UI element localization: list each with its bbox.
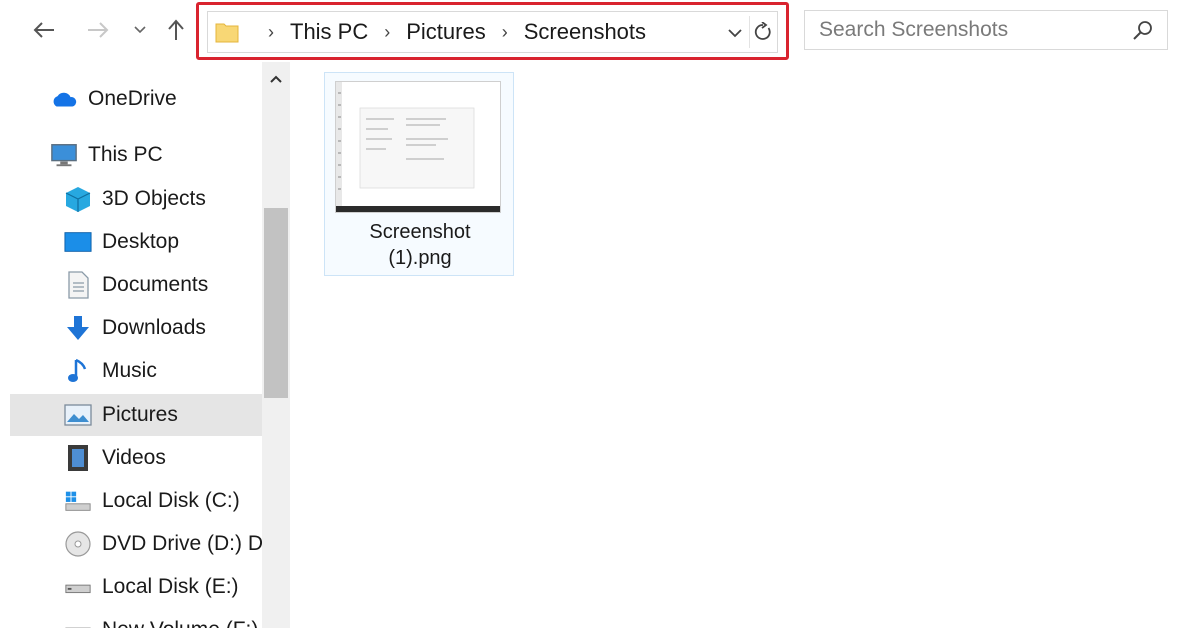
computer-icon — [50, 141, 78, 169]
pictures-icon — [64, 401, 92, 429]
breadcrumb-separator-icon: › — [384, 21, 391, 42]
download-arrow-icon — [64, 314, 92, 342]
dvd-icon — [64, 530, 92, 558]
navigation-pane: OneDrive This PC 3D Objects Desktop Docu… — [0, 62, 292, 628]
address-history-dropdown[interactable] — [723, 20, 747, 46]
folder-icon — [214, 19, 240, 45]
file-list: Screenshot (1).png — [292, 62, 1196, 628]
back-arrow-icon — [33, 22, 54, 38]
image-thumbnail — [335, 81, 501, 213]
refresh-icon — [754, 22, 771, 40]
up-button[interactable] — [160, 14, 192, 46]
drive-icon — [64, 573, 92, 601]
search-icon[interactable] — [1131, 19, 1155, 43]
recent-locations-button[interactable] — [124, 14, 156, 46]
back-button[interactable] — [28, 14, 60, 46]
film-icon — [64, 444, 92, 472]
search-box[interactable] — [804, 10, 1168, 50]
cube-icon — [64, 185, 92, 213]
breadcrumb-pictures[interactable]: Pictures — [404, 19, 487, 45]
scrollbar-thumb[interactable] — [264, 208, 288, 398]
scroll-up-button[interactable] — [262, 62, 290, 96]
address-bar-highlight: › This PC › Pictures › Screenshots — [196, 2, 789, 60]
document-icon — [64, 271, 92, 299]
sidebar-item-pictures[interactable]: Pictures — [10, 394, 262, 436]
chevron-down-icon — [134, 26, 146, 34]
address-bar[interactable]: › This PC › Pictures › Screenshots — [207, 11, 778, 53]
search-input[interactable] — [805, 18, 1125, 42]
breadcrumb-this-pc[interactable]: This PC — [288, 19, 370, 45]
file-item[interactable]: Screenshot (1).png — [324, 72, 514, 276]
drive-icon — [64, 616, 92, 628]
breadcrumb: › This PC › Pictures › Screenshots — [254, 19, 648, 45]
desktop-icon — [64, 228, 92, 256]
chevron-up-icon — [270, 75, 282, 83]
breadcrumb-separator-icon: › — [501, 21, 508, 42]
music-note-icon — [64, 357, 92, 385]
forward-arrow-icon — [88, 22, 109, 38]
forward-button[interactable] — [82, 14, 114, 46]
file-name: Screenshot (1).png — [369, 221, 471, 269]
chevron-down-icon — [728, 29, 742, 38]
cloud-icon — [50, 85, 78, 113]
navigation-toolbar: › This PC › Pictures › Screenshots — [0, 0, 1196, 62]
refresh-button[interactable] — [749, 16, 775, 48]
breadcrumb-screenshots[interactable]: Screenshots — [522, 19, 648, 45]
breadcrumb-separator-icon: › — [268, 21, 274, 42]
up-arrow-icon — [168, 19, 184, 40]
windows-drive-icon — [64, 487, 92, 515]
